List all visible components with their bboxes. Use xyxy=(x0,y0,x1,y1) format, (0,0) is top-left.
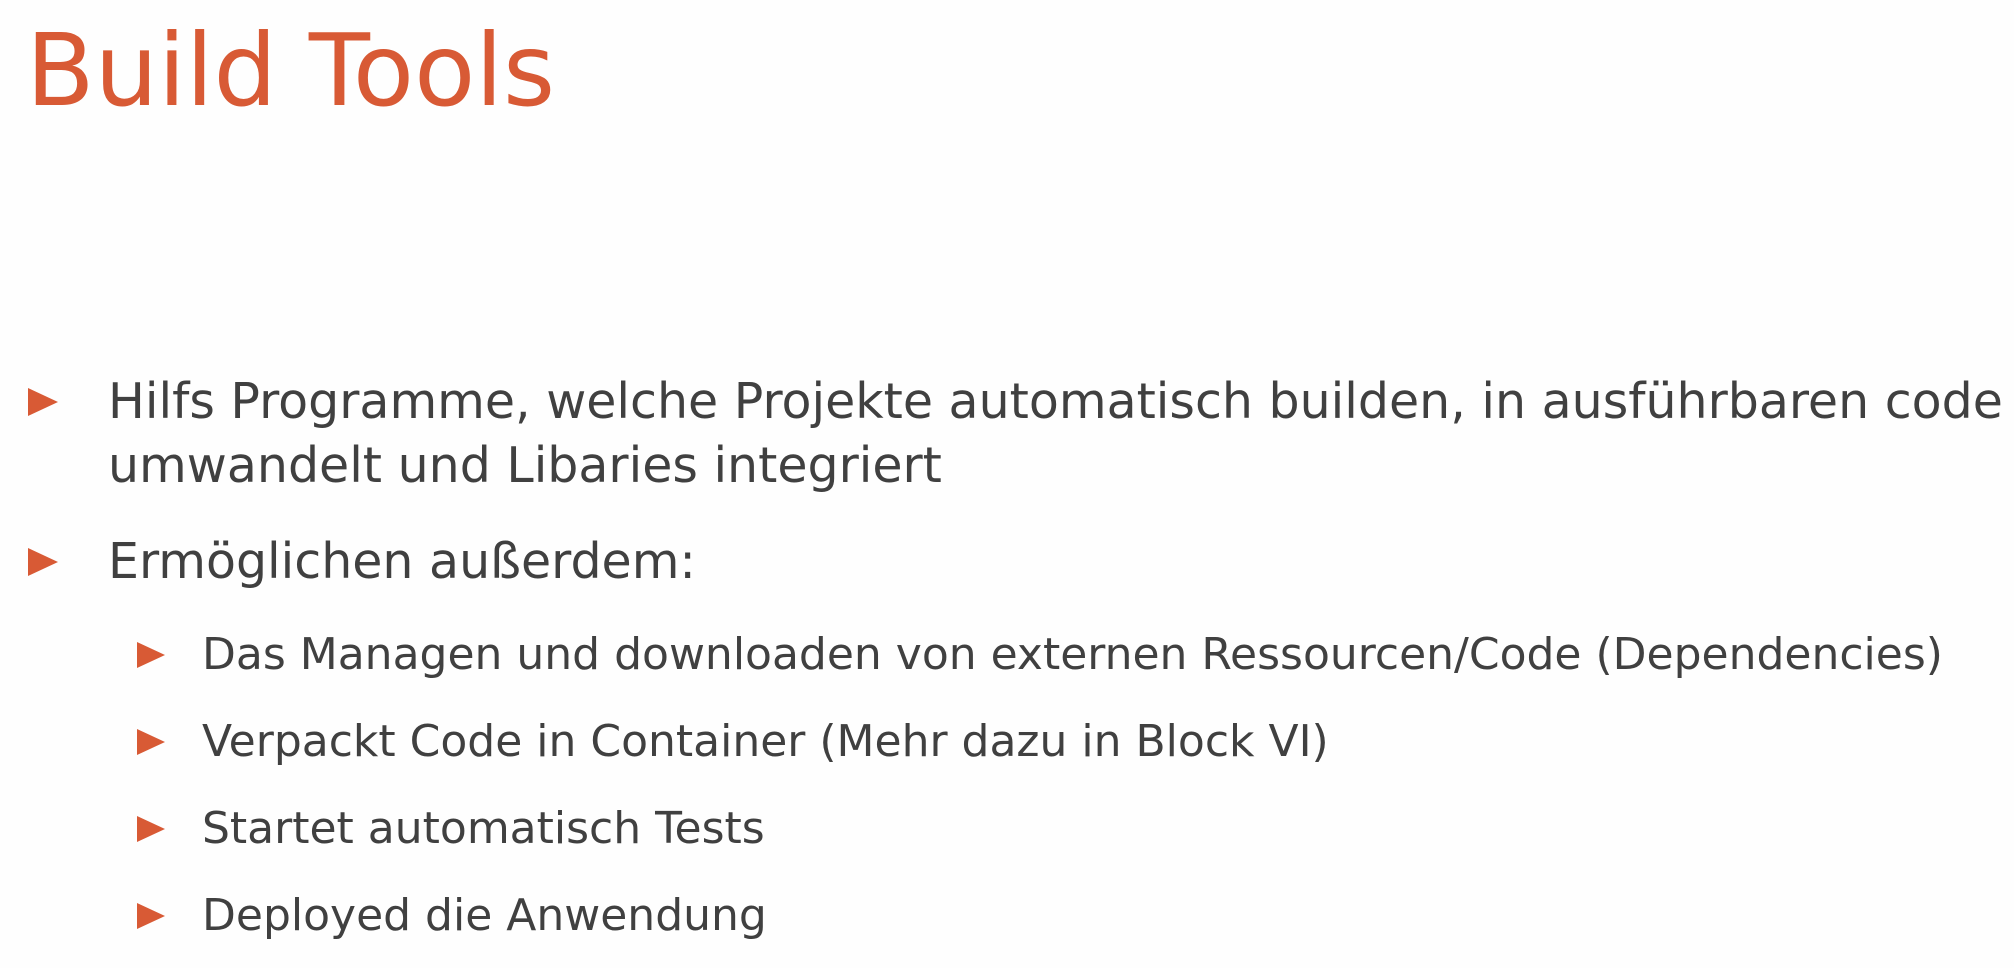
sub-bullet-text: Das Managen und downloaden von externen … xyxy=(202,629,1943,680)
bullet-item: Ermöglichen außerdem: xyxy=(28,530,696,594)
slide: Build Tools Hilfs Programme, welche Proj… xyxy=(0,0,2014,968)
triangle-bullet-icon xyxy=(28,388,58,416)
triangle-bullet-icon xyxy=(137,642,165,668)
triangle-bullet-icon xyxy=(28,548,58,576)
slide-title: Build Tools xyxy=(26,12,556,129)
bullet-text-line: Hilfs Programme, welche Projekte automat… xyxy=(108,373,2003,430)
sub-bullet-text: Startet automatisch Tests xyxy=(202,803,765,854)
bullet-text-block: Ermöglichen außerdem: xyxy=(108,530,696,594)
bullet-text-block: Hilfs Programme, welche Projekte automat… xyxy=(108,370,2003,498)
triangle-bullet-icon xyxy=(137,816,165,842)
sub-bullet-item: Das Managen und downloaden von externen … xyxy=(137,627,1943,683)
sub-bullet-item: Deployed die Anwendung xyxy=(137,888,767,944)
bullet-text-line: Ermöglichen außerdem: xyxy=(108,533,696,590)
bullet-text-line: umwandelt und Libaries integriert xyxy=(108,437,942,494)
sub-bullet-text: Verpackt Code in Container (Mehr dazu in… xyxy=(202,716,1329,767)
triangle-bullet-icon xyxy=(137,729,165,755)
sub-bullet-item: Startet automatisch Tests xyxy=(137,801,765,857)
triangle-bullet-icon xyxy=(137,903,165,929)
bullet-item: Hilfs Programme, welche Projekte automat… xyxy=(28,370,2003,498)
sub-bullet-item: Verpackt Code in Container (Mehr dazu in… xyxy=(137,714,1329,770)
sub-bullet-text: Deployed die Anwendung xyxy=(202,890,767,941)
